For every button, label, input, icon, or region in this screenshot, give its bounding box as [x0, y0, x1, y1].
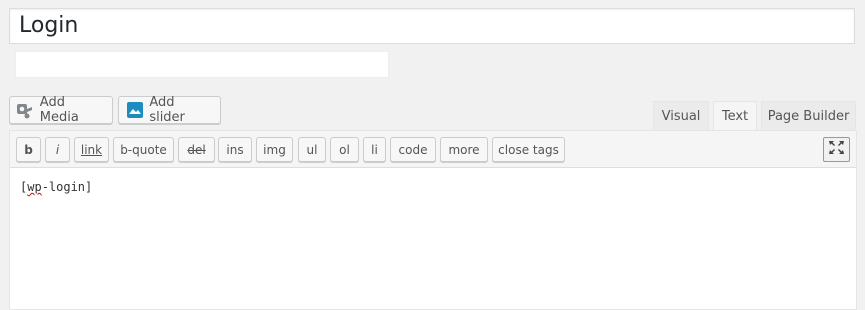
slider-icon — [125, 100, 144, 120]
qt-del-button[interactable]: del — [178, 137, 215, 162]
add-media-button[interactable]: Add Media — [9, 95, 113, 125]
tab-page-builder[interactable]: Page Builder — [761, 101, 856, 131]
quicktags-toolbar: b i link b-quote del ins img ul ol li co… — [10, 131, 856, 168]
permalink-box[interactable] — [15, 51, 389, 78]
add-slider-label: Add slider — [149, 95, 185, 125]
qt-ins-button[interactable]: ins — [218, 137, 252, 162]
qt-close-tags-button[interactable]: close tags — [492, 137, 565, 162]
content-rest: -login] — [41, 180, 93, 194]
qt-img-button[interactable]: img — [256, 137, 293, 162]
post-title-input[interactable]: Login — [9, 8, 855, 44]
tab-visual[interactable]: Visual — [653, 101, 709, 131]
text-editor: b i link b-quote del ins img ul ol li co… — [9, 130, 857, 310]
camera-music-icon — [16, 100, 35, 120]
fullscreen-button[interactable] — [823, 137, 850, 162]
tab-text[interactable]: Text — [713, 101, 757, 132]
qt-code-button[interactable]: code — [390, 137, 436, 162]
qt-ul-button[interactable]: ul — [298, 137, 326, 162]
qt-li-button[interactable]: li — [363, 137, 386, 162]
qt-italic-button[interactable]: i — [45, 137, 70, 162]
fullscreen-icon — [828, 140, 845, 160]
qt-bquote-button[interactable]: b-quote — [113, 137, 174, 162]
qt-bold-button[interactable]: b — [16, 137, 41, 162]
add-slider-button[interactable]: Add slider — [118, 95, 221, 125]
editor-content[interactable]: [wp-login] — [20, 180, 92, 194]
qt-ol-button[interactable]: ol — [330, 137, 359, 162]
qt-link-button[interactable]: link — [74, 137, 109, 162]
add-media-label: Add Media — [39, 95, 79, 125]
qt-more-button[interactable]: more — [440, 137, 488, 162]
spellcheck-word: wp — [27, 180, 42, 194]
